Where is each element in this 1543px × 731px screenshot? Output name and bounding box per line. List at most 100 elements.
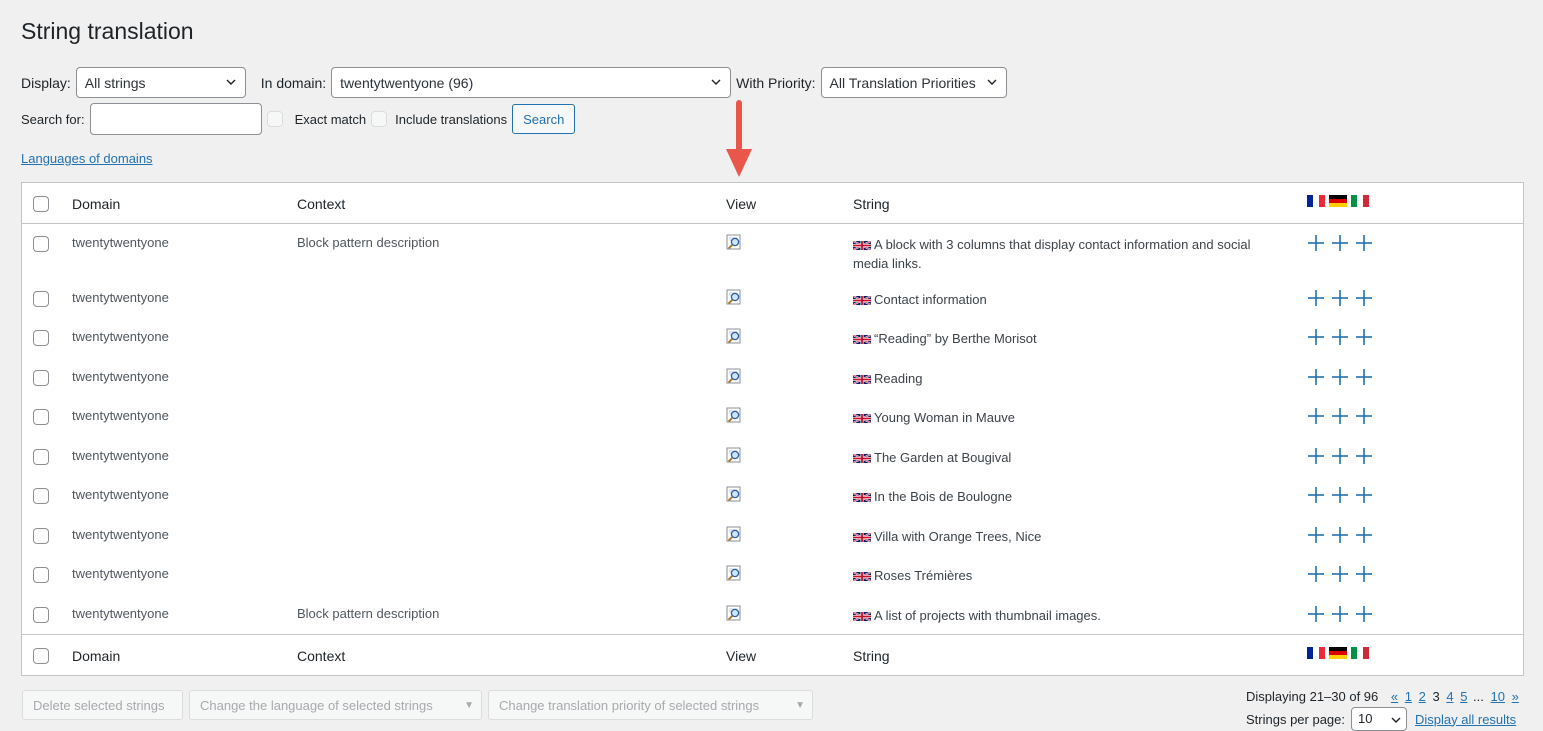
add-french-translation-icon[interactable] <box>1307 447 1325 465</box>
uk-flag-icon <box>852 449 872 464</box>
first-page-link[interactable]: « <box>1391 689 1398 704</box>
row-checkbox[interactable] <box>33 528 49 544</box>
add-italian-translation-icon[interactable] <box>1355 565 1373 583</box>
add-italian-translation-icon[interactable] <box>1355 407 1373 425</box>
add-french-translation-icon[interactable] <box>1307 605 1325 623</box>
view-icon[interactable] <box>726 486 742 502</box>
add-french-translation-icon[interactable] <box>1307 407 1325 425</box>
select-all-checkbox-footer[interactable] <box>33 648 49 664</box>
add-german-translation-icon[interactable] <box>1331 407 1349 425</box>
add-italian-translation-icon[interactable] <box>1355 486 1373 504</box>
row-checkbox[interactable] <box>33 607 49 623</box>
page-1-link[interactable]: 1 <box>1405 689 1412 704</box>
view-icon[interactable] <box>726 565 742 581</box>
view-icon[interactable] <box>726 605 742 621</box>
change-language-select[interactable]: Change the language of selected strings … <box>189 690 482 720</box>
context-column-header[interactable]: Context <box>297 196 345 212</box>
priority-select[interactable]: All Translation Priorities <box>820 67 1007 98</box>
view-icon[interactable] <box>726 368 742 384</box>
row-checkbox[interactable] <box>33 567 49 583</box>
add-german-translation-icon[interactable] <box>1331 328 1349 346</box>
add-french-translation-icon[interactable] <box>1307 234 1325 252</box>
search-input[interactable] <box>89 103 262 135</box>
add-german-translation-icon[interactable] <box>1331 486 1349 504</box>
add-german-translation-icon[interactable] <box>1331 289 1349 307</box>
view-icon[interactable] <box>726 447 742 463</box>
add-italian-translation-icon[interactable] <box>1355 234 1373 252</box>
per-page-select[interactable]: 10 <box>1351 707 1408 731</box>
italian-flag-icon <box>1351 647 1369 659</box>
french-flag-icon <box>1307 195 1325 207</box>
uk-flag-icon <box>852 236 872 251</box>
next-page-link[interactable]: » <box>1512 689 1519 704</box>
exact-match-label: Exact match <box>294 111 367 127</box>
add-french-translation-icon[interactable] <box>1307 328 1325 346</box>
add-german-translation-icon[interactable] <box>1331 234 1349 252</box>
view-icon[interactable] <box>726 289 742 305</box>
domain-label: In domain: <box>260 74 327 91</box>
domain-column-footer[interactable]: Domain <box>72 648 120 664</box>
row-string-text: A list of projects with thumbnail images… <box>874 608 1101 623</box>
view-icon[interactable] <box>726 328 742 344</box>
translation-actions <box>1307 289 1373 307</box>
include-translations-checkbox[interactable] <box>371 111 388 127</box>
add-german-translation-icon[interactable] <box>1331 447 1349 465</box>
add-french-translation-icon[interactable] <box>1307 565 1325 583</box>
add-german-translation-icon[interactable] <box>1331 368 1349 386</box>
row-string: The Garden at Bougival <box>852 448 1283 467</box>
page-4-link[interactable]: 4 <box>1446 689 1453 704</box>
page-5-link[interactable]: 5 <box>1460 689 1467 704</box>
translation-actions <box>1307 526 1373 544</box>
change-priority-select[interactable]: Change translation priority of selected … <box>488 690 813 720</box>
row-checkbox[interactable] <box>33 370 49 386</box>
row-domain: twentytwentyone <box>72 527 169 542</box>
add-italian-translation-icon[interactable] <box>1355 447 1373 465</box>
add-italian-translation-icon[interactable] <box>1355 368 1373 386</box>
add-italian-translation-icon[interactable] <box>1355 605 1373 623</box>
exact-match-checkbox[interactable] <box>266 111 283 127</box>
search-button[interactable]: Search <box>512 104 576 134</box>
row-string: Reading <box>852 369 1283 388</box>
row-domain: twentytwentyone <box>72 606 169 621</box>
add-french-translation-icon[interactable] <box>1307 526 1325 544</box>
string-column-header[interactable]: String <box>853 196 890 212</box>
display-select-value: All strings <box>84 74 146 91</box>
add-italian-translation-icon[interactable] <box>1355 328 1373 346</box>
add-german-translation-icon[interactable] <box>1331 526 1349 544</box>
view-icon[interactable] <box>726 526 742 542</box>
last-page-link[interactable]: 10 <box>1491 689 1505 704</box>
string-column-footer[interactable]: String <box>853 648 890 664</box>
row-string: Roses Trémières <box>852 566 1283 585</box>
row-checkbox[interactable] <box>33 236 49 252</box>
view-icon[interactable] <box>726 234 742 250</box>
row-domain: twentytwentyone <box>72 448 169 463</box>
row-checkbox[interactable] <box>33 291 49 307</box>
add-german-translation-icon[interactable] <box>1331 605 1349 623</box>
add-german-translation-icon[interactable] <box>1331 565 1349 583</box>
add-french-translation-icon[interactable] <box>1307 486 1325 504</box>
row-domain: twentytwentyone <box>72 329 169 344</box>
domain-column-header[interactable]: Domain <box>72 196 120 212</box>
add-italian-translation-icon[interactable] <box>1355 526 1373 544</box>
row-string: In the Bois de Boulogne <box>852 487 1283 506</box>
context-column-footer[interactable]: Context <box>297 648 345 664</box>
languages-of-domains-link[interactable]: Languages of domains <box>21 151 153 166</box>
page-2-link[interactable]: 2 <box>1419 689 1426 704</box>
german-flag-icon <box>1329 647 1347 659</box>
delete-selected-strings-button[interactable]: Delete selected strings <box>22 690 183 720</box>
row-string: Young Woman in Mauve <box>852 408 1283 427</box>
row-checkbox[interactable] <box>33 449 49 465</box>
view-icon[interactable] <box>726 407 742 423</box>
row-checkbox[interactable] <box>33 488 49 504</box>
display-all-results-link[interactable]: Display all results <box>1415 712 1516 727</box>
row-checkbox[interactable] <box>33 409 49 425</box>
pagination-ellipsis: ... <box>1473 689 1484 704</box>
translation-actions <box>1307 368 1373 386</box>
row-checkbox[interactable] <box>33 330 49 346</box>
domain-select[interactable]: twentytwentyone (96) <box>331 67 732 98</box>
add-french-translation-icon[interactable] <box>1307 368 1325 386</box>
add-italian-translation-icon[interactable] <box>1355 289 1373 307</box>
select-all-checkbox[interactable] <box>33 196 49 212</box>
display-select[interactable]: All strings <box>75 67 246 98</box>
add-french-translation-icon[interactable] <box>1307 289 1325 307</box>
